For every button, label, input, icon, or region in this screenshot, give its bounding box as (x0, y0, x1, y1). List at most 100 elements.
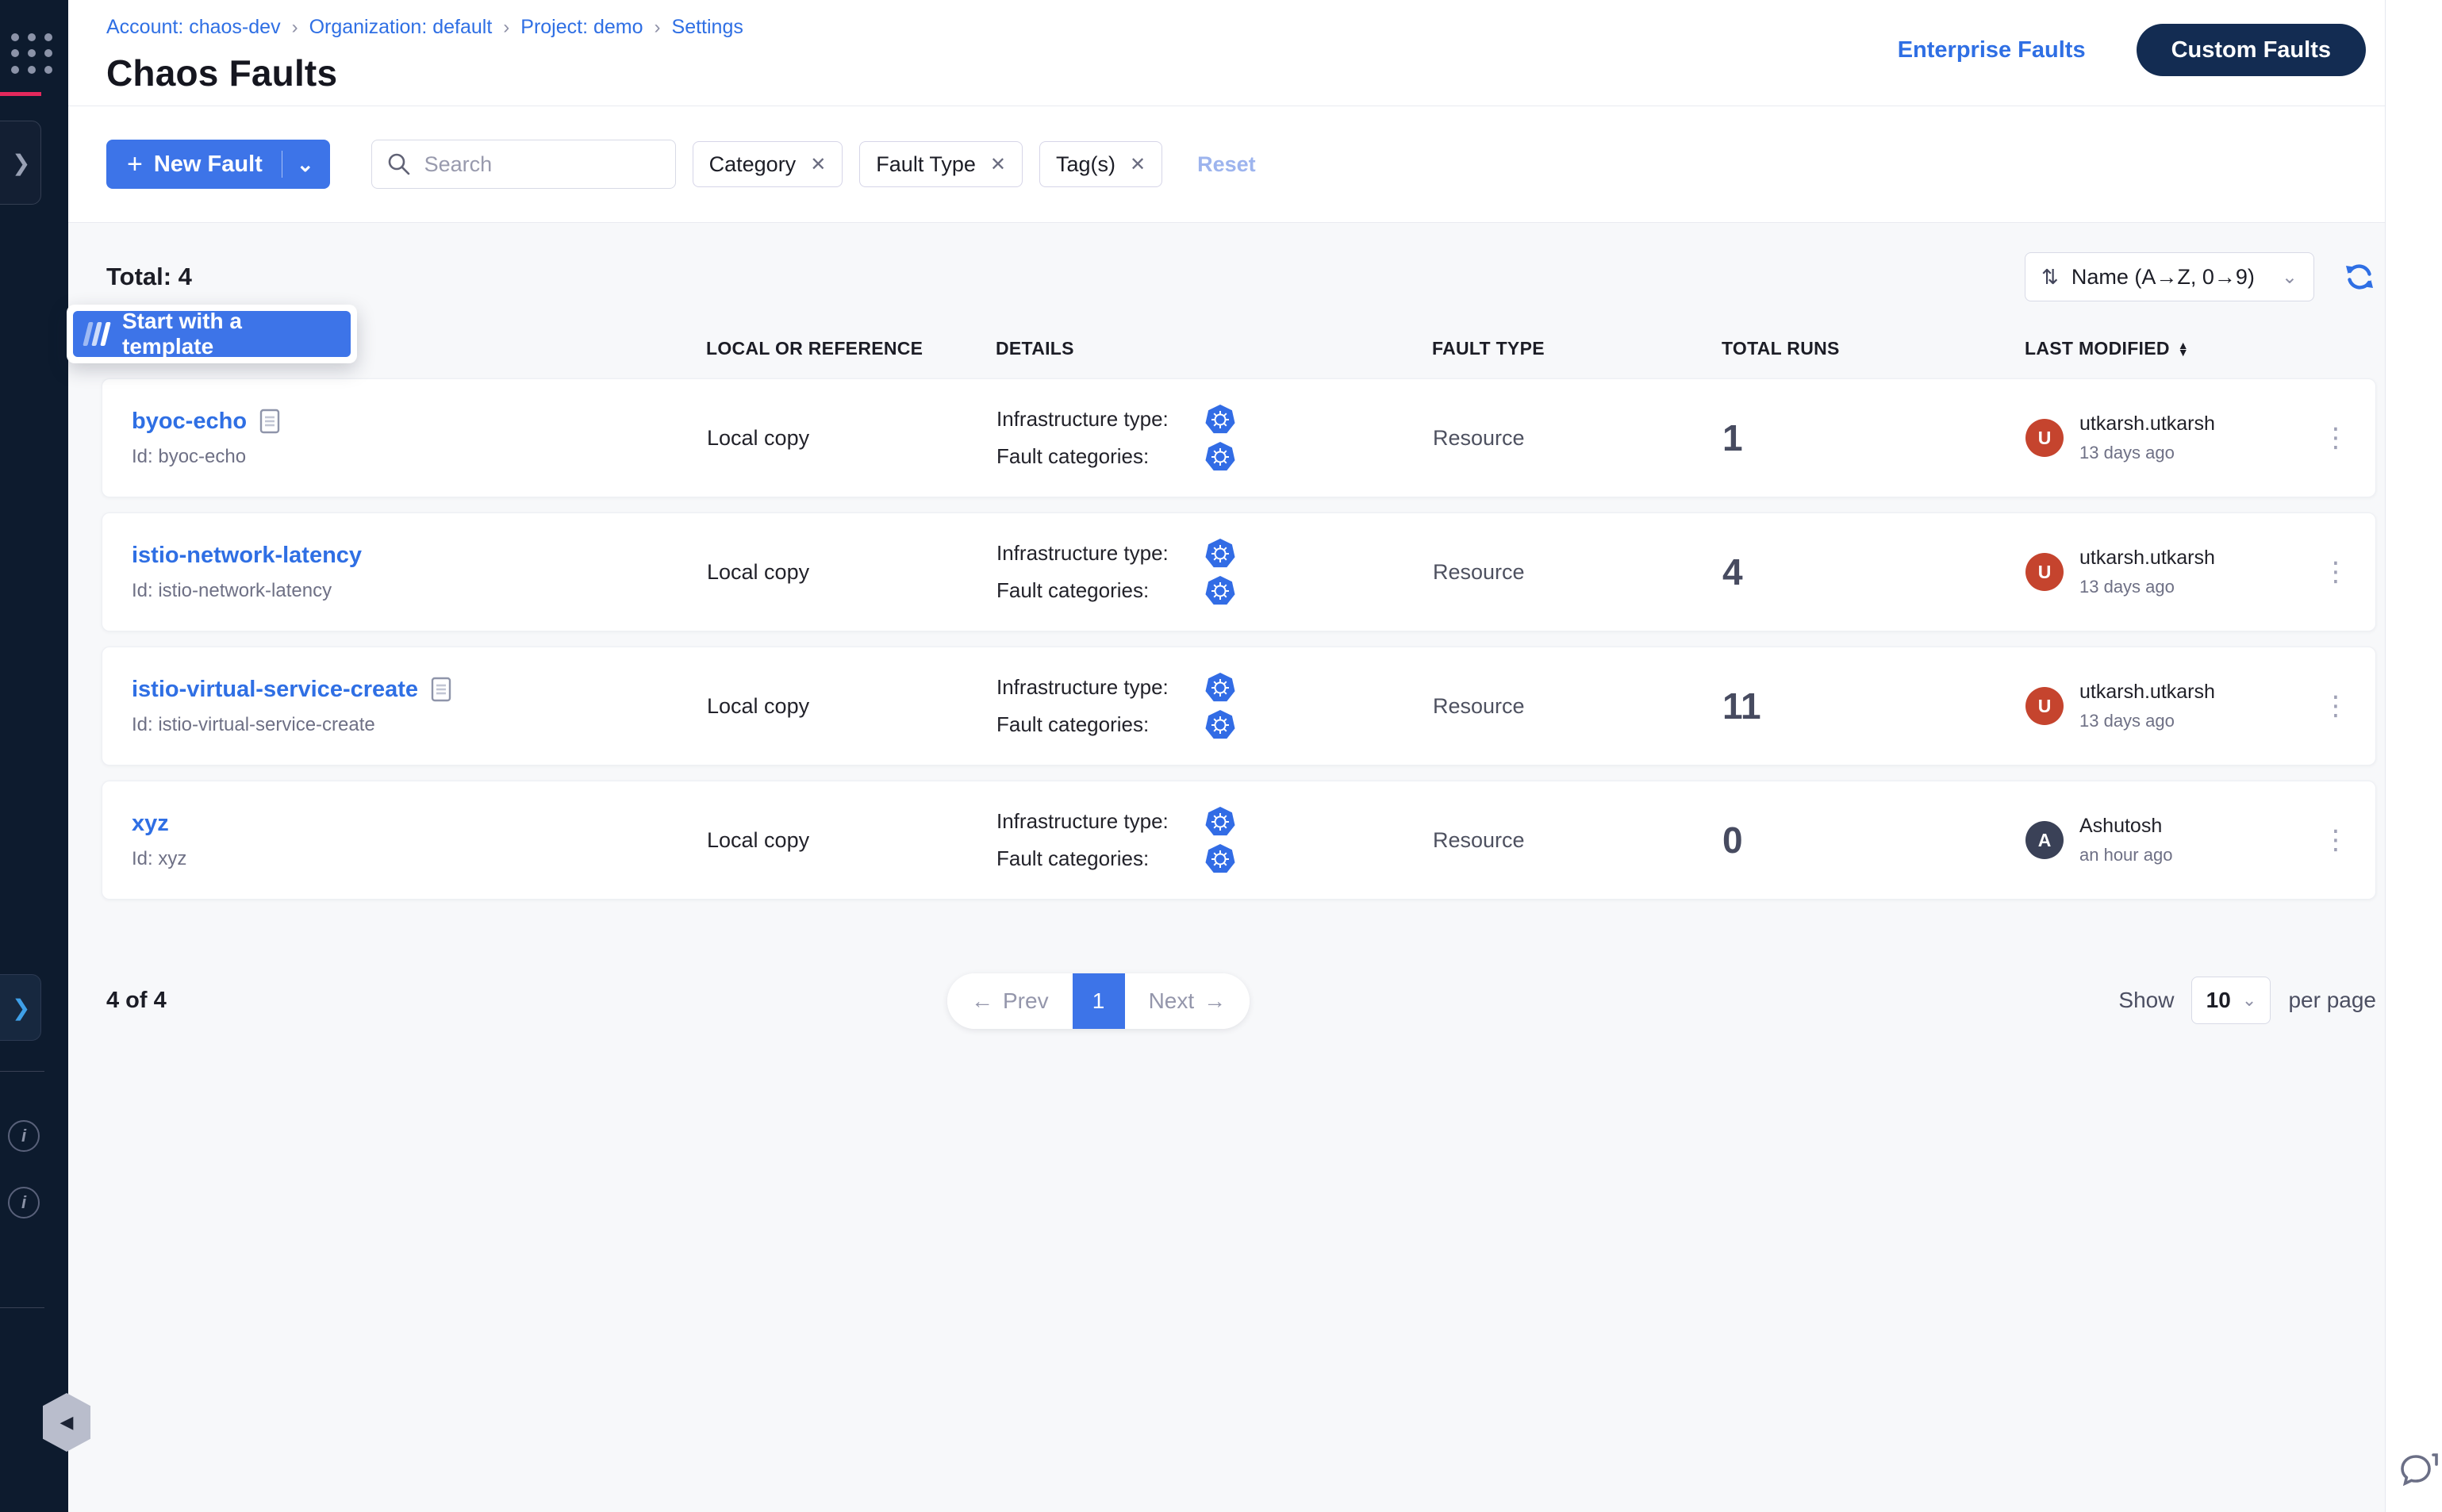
fault-name-link[interactable]: xyz (132, 811, 169, 837)
next-page-button[interactable]: Next → (1125, 973, 1250, 1029)
modified-time: 13 days ago (2079, 443, 2215, 463)
total-runs-value: 1 (1722, 416, 2025, 459)
kubernetes-icon[interactable] (1204, 575, 1236, 607)
kubernetes-icon[interactable] (1204, 672, 1236, 704)
show-label: Show (2118, 988, 2174, 1013)
fault-id: Id: istio-virtual-service-create (132, 714, 707, 736)
total-count: Total: 4 (106, 263, 192, 291)
table-row: istio-virtual-service-create Id: istio-v… (102, 647, 2376, 766)
kubernetes-icon[interactable] (1204, 538, 1236, 570)
breadcrumb-organization[interactable]: Organization: default (309, 16, 493, 39)
description-icon[interactable] (259, 409, 280, 434)
chevron-down-icon[interactable]: ⌄ (297, 152, 321, 177)
avatar: U (2025, 553, 2064, 591)
modified-time: 13 days ago (2079, 711, 2215, 731)
filter-chip-category[interactable]: Category ✕ (693, 141, 843, 187)
apps-grid-icon[interactable] (11, 33, 54, 75)
kubernetes-icon[interactable] (1204, 404, 1236, 436)
chat-help-icon[interactable] (2398, 1453, 2440, 1495)
kubernetes-icon[interactable] (1204, 806, 1236, 838)
sidebar-divider (0, 1307, 44, 1308)
description-icon[interactable] (431, 677, 451, 702)
faults-list-area: Total: 4 ⇅ Name (A→Z, 0→9) ⌄ FAULT NAME (68, 223, 2442, 1512)
local-or-reference-value: Local copy (707, 828, 996, 853)
breadcrumb-separator: › (292, 17, 298, 39)
kubernetes-icon[interactable] (1204, 709, 1236, 741)
modified-time: 13 days ago (2079, 577, 2215, 597)
fault-type-value: Resource (1433, 426, 1722, 451)
avatar: U (2025, 419, 2064, 457)
sidebar-divider (0, 1071, 44, 1072)
breadcrumb-account[interactable]: Account: chaos-dev (106, 16, 281, 39)
sidebar-expand-button-bottom[interactable]: ❯ (0, 974, 41, 1041)
fault-name-link[interactable]: byoc-echo (132, 409, 247, 435)
left-sidebar: ❯ ❯ i i (0, 0, 68, 1512)
column-details: DETAILS (996, 338, 1432, 359)
kubernetes-icon[interactable] (1204, 843, 1236, 875)
modified-by: Ashutosh (2079, 815, 2172, 838)
total-runs-value: 11 (1722, 685, 2025, 727)
filter-chip-tags[interactable]: Tag(s) ✕ (1039, 141, 1162, 187)
chevron-down-icon: ⌄ (2242, 990, 2256, 1011)
row-menu-icon[interactable]: ⋮ (2312, 560, 2359, 585)
start-with-template-item[interactable]: Start with a template (73, 311, 351, 357)
fault-rows: byoc-echo Id: byoc-echo Local copy Infra… (102, 378, 2376, 900)
breadcrumb-project[interactable]: Project: demo (520, 16, 643, 39)
header-actions: Enterprise Faults Custom Faults (1898, 24, 2366, 76)
avatar: A (2025, 821, 2064, 859)
info-icon[interactable]: i (8, 1187, 40, 1218)
main-area: Account: chaos-dev › Organization: defau… (68, 0, 2442, 1512)
column-total-runs: TOTAL RUNS (1722, 338, 2025, 359)
page-size-select[interactable]: 10 ⌄ (2191, 977, 2271, 1024)
fault-id: Id: xyz (132, 848, 707, 870)
search-box (371, 140, 676, 189)
new-fault-button[interactable]: + New Fault ⌄ (106, 140, 330, 189)
page-size-control: Show 10 ⌄ per page (2118, 977, 2376, 1024)
enterprise-faults-link[interactable]: Enterprise Faults (1898, 37, 2086, 63)
prev-page-button[interactable]: ← Prev (947, 973, 1073, 1029)
toolbar: + New Fault ⌄ Category ✕ Fault Type ✕ Ta… (68, 106, 2442, 223)
collapse-icon: ◀ (60, 1412, 74, 1433)
close-icon[interactable]: ✕ (1130, 153, 1146, 176)
pager: ← Prev 1 Next → (947, 973, 1250, 1029)
table-row: byoc-echo Id: byoc-echo Local copy Infra… (102, 378, 2376, 497)
template-icon (86, 322, 108, 346)
fault-name-link[interactable]: istio-virtual-service-create (132, 677, 418, 703)
modified-time: an hour ago (2079, 845, 2172, 865)
accent-bar (0, 92, 41, 96)
sort-select[interactable]: ⇅ Name (A→Z, 0→9) ⌄ (2025, 252, 2314, 301)
column-last-modified[interactable]: LAST MODIFIED ▲▼ (2025, 338, 2313, 359)
close-icon[interactable]: ✕ (990, 153, 1006, 176)
sidebar-expand-button[interactable]: ❯ (0, 121, 41, 205)
table-row: istio-network-latency Id: istio-network-… (102, 512, 2376, 631)
kubernetes-icon[interactable] (1204, 441, 1236, 473)
table-header-row: FAULT NAME ▲ LOCAL OR REFERENCE DETAILS … (102, 338, 2376, 359)
search-input[interactable] (424, 152, 661, 177)
pagination: 4 of 4 ← Prev 1 Next → Show 10 ⌄ per pag… (102, 973, 2376, 1030)
modified-by: utkarsh.utkarsh (2079, 681, 2215, 704)
current-page-button[interactable]: 1 (1073, 973, 1125, 1029)
close-icon[interactable]: ✕ (810, 153, 826, 176)
fault-id: Id: byoc-echo (132, 446, 707, 468)
page-summary: 4 of 4 (106, 988, 167, 1014)
sort-arrows-icon: ⇅ (2041, 265, 2059, 290)
reset-filters-link[interactable]: Reset (1197, 152, 1256, 177)
row-menu-icon[interactable]: ⋮ (2312, 694, 2359, 719)
chevron-right-icon: ❯ (12, 995, 30, 1021)
modified-by: utkarsh.utkarsh (2079, 413, 2215, 436)
local-or-reference-value: Local copy (707, 560, 996, 585)
row-menu-icon[interactable]: ⋮ (2312, 828, 2359, 853)
page-header: Account: chaos-dev › Organization: defau… (68, 0, 2442, 106)
row-menu-icon[interactable]: ⋮ (2312, 426, 2359, 451)
avatar: U (2025, 687, 2064, 725)
refresh-icon[interactable] (2343, 260, 2376, 294)
filter-chip-fault-type[interactable]: Fault Type ✕ (859, 141, 1023, 187)
search-icon (386, 152, 412, 177)
fault-name-link[interactable]: istio-network-latency (132, 543, 362, 569)
total-runs-value: 0 (1722, 819, 2025, 862)
info-icon[interactable]: i (8, 1120, 40, 1152)
sort-both-icon: ▲▼ (2178, 342, 2189, 355)
breadcrumb-settings[interactable]: Settings (672, 16, 743, 39)
custom-faults-button[interactable]: Custom Faults (2137, 24, 2366, 76)
right-gutter (2385, 0, 2442, 1512)
